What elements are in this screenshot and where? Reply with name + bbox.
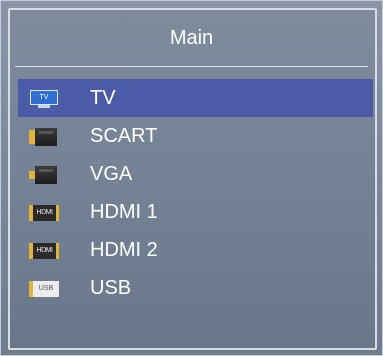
source-item-hdmi-2[interactable]: HDMI HDMI 2 [18,231,373,269]
hdmi-icon: HDMI [29,242,59,260]
usb-icon: USB [29,280,59,298]
vga-icon [29,166,59,184]
source-item-tv[interactable]: TV TV [18,79,373,117]
source-item-vga[interactable]: VGA [18,155,373,193]
tv-icon-screen: TV [30,90,58,105]
source-item-label: TV [90,87,116,109]
source-item-usb[interactable]: USB USB [18,269,373,307]
source-item-label: HDMI 2 [90,239,158,261]
vga-icon-highlight [39,169,53,172]
menu-title: Main [169,27,214,49]
tv-icon: TV [29,90,59,108]
tv-icon-stand [38,105,50,108]
usb-icon-body: USB [29,281,59,297]
source-item-scart[interactable]: SCART [18,117,373,155]
hdmi-icon-body: HDMI [29,243,59,259]
hdmi-icon-body: HDMI [29,205,59,221]
title-divider [15,66,368,67]
source-item-label: SCART [90,125,158,147]
source-list: TV TV SCART VGA HDMI HDMI 1 HDMI HDMI 2 [18,79,373,307]
hdmi-icon: HDMI [29,204,59,222]
source-item-label: HDMI 1 [90,201,158,223]
source-item-hdmi-1[interactable]: HDMI HDMI 1 [18,193,373,231]
scart-icon [29,128,59,146]
source-item-label: USB [90,277,132,299]
scart-icon-highlight [39,131,53,134]
source-item-label: VGA [90,163,133,185]
